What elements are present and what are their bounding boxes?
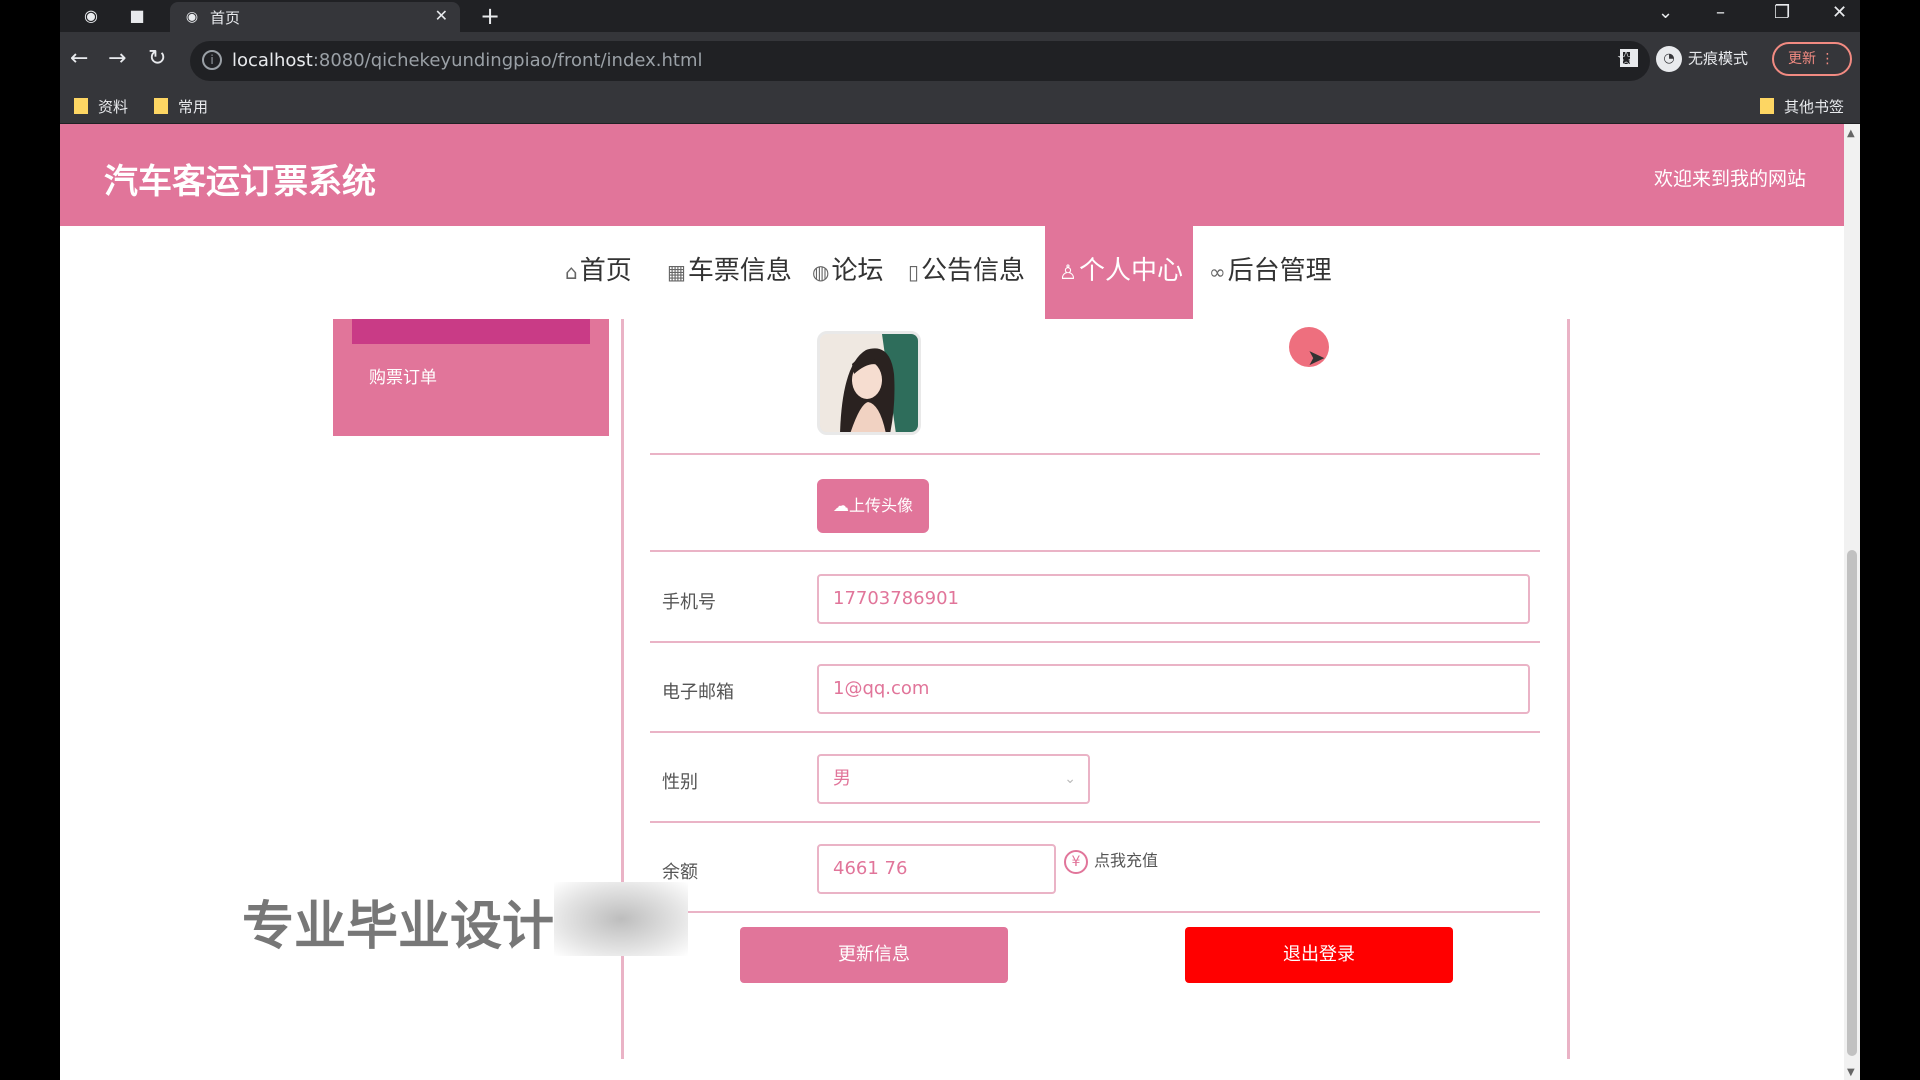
back-icon[interactable]: ← [70, 46, 88, 71]
gender-label: 性别 [662, 772, 698, 793]
nav-notice[interactable]: ▯公告信息 [908, 226, 1025, 320]
nav-forum[interactable]: ◍论坛 [812, 226, 883, 320]
avatar-image [820, 334, 918, 432]
divider [650, 911, 1540, 913]
web-page: 汽车客运订票系统 欢迎来到我的网站 ⌂首页 ▦车票信息 ◍论坛 ▯公告信息 ♙个… [60, 124, 1860, 1080]
minimize-icon[interactable]: – [1716, 2, 1725, 23]
gender-select[interactable]: 男 ⌄ [817, 754, 1090, 804]
address-bar[interactable]: i localhost:8080/qichekeyundingpiao/fron… [190, 41, 1650, 81]
close-window-icon[interactable]: ✕ [1832, 2, 1847, 23]
browser-globe-icon[interactable]: ◉ [80, 5, 102, 27]
nav-profile[interactable]: ♙个人中心 [1045, 226, 1193, 320]
tab-close-icon[interactable]: ✕ [435, 6, 448, 25]
yen-icon: ¥ [1064, 849, 1088, 874]
scrollbar-thumb[interactable] [1847, 550, 1857, 1056]
restore-icon[interactable]: ❐ [1774, 2, 1790, 23]
incognito-indicator[interactable]: ◔ 无痕模式 [1656, 46, 1748, 72]
avatar [817, 331, 921, 435]
watermark-text: 专业毕业设计 [242, 897, 555, 957]
bookmark-folder-ziliao[interactable]: 资料 [74, 96, 128, 117]
divider [650, 550, 1540, 552]
cloud-upload-icon: ☁ [832, 496, 849, 515]
scroll-down-icon[interactable]: ▼ [1847, 1067, 1855, 1078]
phone-input[interactable]: 17703786901 [817, 574, 1530, 624]
incognito-label: 无痕模式 [1688, 49, 1749, 68]
divider [650, 821, 1540, 823]
url-path: :8080/qichekeyundingpiao/front/index.htm… [312, 50, 703, 71]
logout-button[interactable]: 退出登录 [1185, 927, 1453, 983]
bookmarks-bar: 资料 常用 其他书签 [60, 90, 1860, 124]
tab-list-chevron-icon[interactable]: ⌄ [1658, 2, 1673, 23]
main-nav: ⌂首页 ▦车票信息 ◍论坛 ▯公告信息 ♙个人中心 ∞后台管理 [60, 226, 1844, 320]
folder-icon [74, 98, 88, 114]
upload-avatar-button[interactable]: ☁上传头像 [817, 479, 929, 533]
browser-update-button[interactable]: 更新 ⋮ [1772, 42, 1852, 76]
clipboard-icon: ▯ [908, 260, 920, 284]
blurred-region [554, 882, 688, 956]
divider [650, 641, 1540, 643]
chevron-down-icon: ⌄ [1064, 771, 1076, 787]
site-info-icon[interactable]: i [202, 50, 222, 70]
tab-search-icon[interactable]: ■ [126, 5, 148, 27]
nav-forum-label: 论坛 [831, 256, 884, 286]
chat-icon: ◍ [812, 260, 830, 284]
nav-notice-label: 公告信息 [921, 256, 1026, 286]
welcome-text: 欢迎来到我的网站 [1653, 168, 1806, 190]
incognito-icon: ◔ [1656, 46, 1682, 72]
nav-admin-label: 后台管理 [1227, 256, 1332, 286]
recharge-label: 点我充值 [1094, 851, 1159, 870]
other-bookmarks-label: 其他书签 [1784, 98, 1845, 116]
profile-sidebar: 购票订单 [333, 319, 609, 436]
url-text: localhost:8080/qichekeyundingpiao/front/… [232, 50, 703, 71]
recharge-link[interactable]: ¥ 点我充值 [1064, 847, 1158, 874]
nav-home[interactable]: ⌂首页 [565, 226, 632, 320]
side-panel-icon[interactable] [1620, 49, 1638, 67]
nav-tickets-label: 车票信息 [687, 256, 792, 286]
nav-home-label: 首页 [579, 256, 632, 286]
mouse-cursor-icon: ➤ [1307, 346, 1326, 371]
forward-icon[interactable]: → [108, 46, 126, 71]
nav-tickets[interactable]: ▦车票信息 [667, 226, 792, 320]
bookmark-label: 常用 [178, 98, 209, 116]
profile-form: ☁上传头像 手机号 17703786901 电子邮箱 1@qq.com 性别 男… [621, 319, 1570, 1059]
email-input[interactable]: 1@qq.com [817, 664, 1530, 714]
bookmark-label: 资料 [98, 98, 129, 116]
new-tab-icon[interactable]: + [480, 2, 500, 30]
site-title: 汽车客运订票系统 [104, 162, 376, 202]
sidebar-item-orders[interactable]: 购票订单 [369, 363, 437, 388]
home-icon: ⌂ [565, 260, 578, 284]
browser-toolbar: ← → ↻ i localhost:8080/qichekeyundingpia… [60, 32, 1860, 90]
upload-avatar-label: 上传头像 [848, 496, 913, 515]
divider [650, 731, 1540, 733]
email-label: 电子邮箱 [662, 682, 734, 703]
url-host: localhost [232, 50, 313, 71]
phone-label: 手机号 [662, 592, 716, 613]
link-icon: ∞ [1209, 260, 1226, 284]
folder-icon [154, 98, 168, 114]
browser-tab-bar: ◉ ■ ◉ 首页 ✕ + ⌄ – ❐ ✕ [60, 0, 1860, 32]
scroll-up-icon[interactable]: ▲ [1847, 128, 1855, 139]
update-info-button[interactable]: 更新信息 [740, 927, 1008, 983]
page-scrollbar[interactable]: ▲ ▼ [1844, 124, 1860, 1080]
balance-input[interactable]: 4661 76 [817, 844, 1056, 894]
tab-title: 首页 [210, 9, 241, 27]
divider [650, 453, 1540, 455]
sidebar-item-profile[interactable] [352, 319, 590, 344]
screen: ◉ ■ ◉ 首页 ✕ + ⌄ – ❐ ✕ ← → ↻ i localhost:8… [0, 0, 1920, 1080]
other-bookmarks[interactable]: 其他书签 [1760, 96, 1844, 117]
reload-icon[interactable]: ↻ [148, 46, 166, 71]
grid-icon: ▦ [667, 260, 686, 284]
gender-selected-value: 男 [833, 768, 851, 789]
nav-admin[interactable]: ∞后台管理 [1209, 226, 1332, 320]
bookmark-folder-changyong[interactable]: 常用 [154, 96, 208, 117]
browser-tab[interactable]: ◉ 首页 ✕ [170, 2, 460, 32]
site-header: 汽车客运订票系统 欢迎来到我的网站 [60, 124, 1844, 226]
user-icon: ♙ [1059, 260, 1077, 284]
tab-favicon-icon: ◉ [185, 9, 199, 25]
update-label: 更新 [1788, 51, 1816, 67]
balance-label: 余额 [662, 862, 698, 883]
folder-icon [1760, 98, 1774, 114]
nav-profile-label: 个人中心 [1078, 256, 1183, 286]
